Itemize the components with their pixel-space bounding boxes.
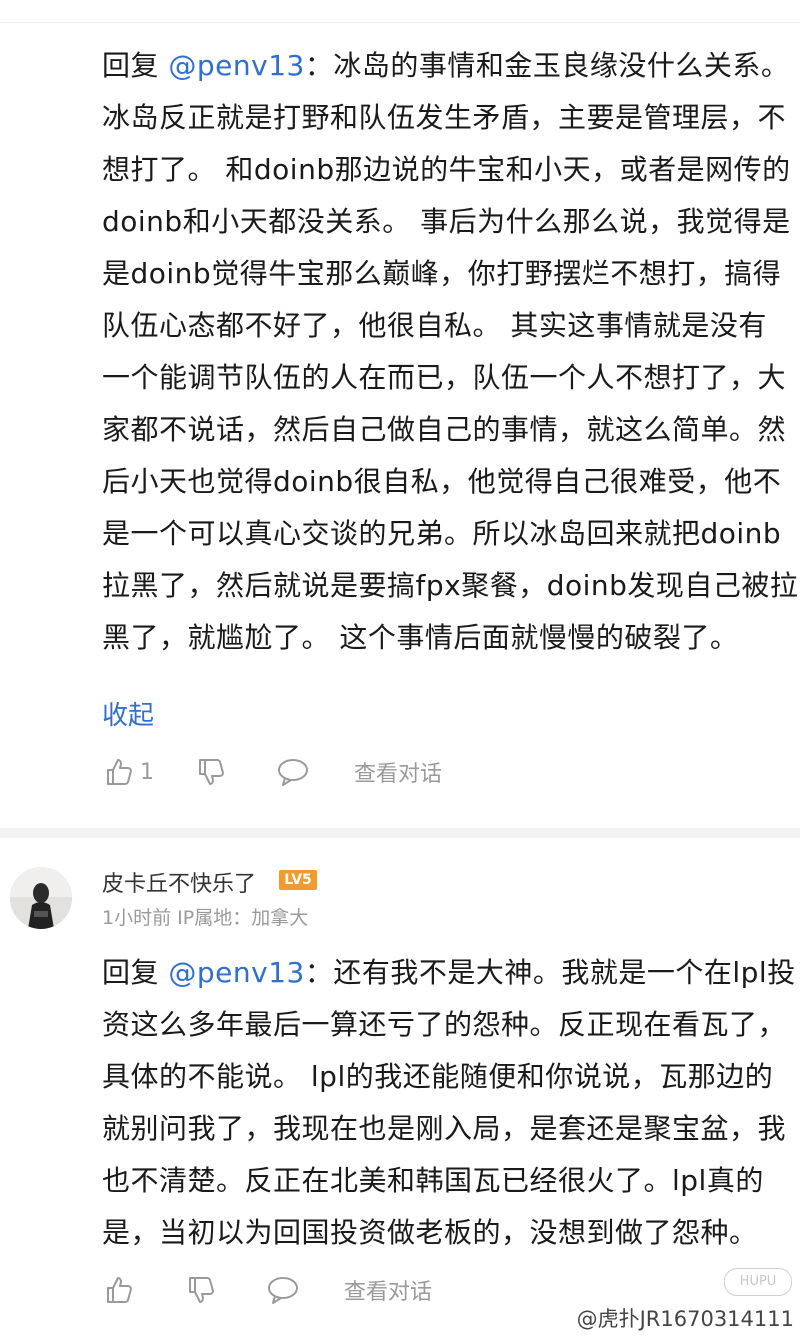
comment-line: 也不清楚。反正在北美和韩国瓦已经很火了。lpl真的 (102, 1155, 800, 1207)
thumbs-down-icon[interactable] (194, 755, 228, 789)
thumbs-up-icon[interactable] (102, 755, 136, 789)
thumbs-up-icon[interactable] (102, 1273, 136, 1307)
second-comment-body: 回复 @penv13：还有我不是大神。我就是一个在lpl投资这么多年最后一算还亏… (102, 947, 800, 1259)
reply-bubble-icon[interactable] (266, 1273, 300, 1307)
comment-divider (0, 828, 800, 838)
level-badge: LV5 (279, 870, 317, 890)
thumbs-down-icon[interactable] (184, 1273, 218, 1307)
comment-text: 家都不说话，然后自己做自己的事情，就这么简单。然 (102, 413, 787, 446)
view-conversation-link[interactable]: 查看对话 (344, 1274, 432, 1306)
comment-line: 是一个可以真心交谈的兄弟。所以冰岛回来就把doinb (102, 508, 800, 560)
comment-text: doinb和小天都没关系。 事后为什么那么说，我觉得是 (102, 205, 791, 238)
mention-link[interactable]: @penv13 (168, 956, 304, 989)
first-comment-actions: 1 查看对话 (102, 752, 442, 792)
collapse-link[interactable]: 收起 (102, 695, 154, 732)
comment-line: 冰岛反正就是打野和队伍发生矛盾，主要是管理层，不 (102, 92, 800, 144)
comment-text: 队伍心态都不好了，他很自私。 其实这事情就是没有 (102, 309, 767, 342)
comment-line: 回复 @penv13：冰岛的事情和金玉良缘没什么关系。 (102, 40, 800, 92)
comment-text: 是doinb觉得牛宝那么巅峰，你打野摆烂不想打，搞得 (102, 257, 782, 290)
comment-text: ：还有我不是大神。我就是一个在lpl投 (304, 956, 796, 989)
comment-line: doinb和小天都没关系。 事后为什么那么说，我觉得是 (102, 196, 800, 248)
comment-line: 是doinb觉得牛宝那么巅峰，你打野摆烂不想打，搞得 (102, 248, 800, 300)
comment-text: 拉黑了，然后就说是要搞fpx聚餐，doinb发现自己被拉 (102, 569, 799, 602)
comment-text: 也不清楚。反正在北美和韩国瓦已经很火了。lpl真的 (102, 1164, 764, 1197)
comment-line: 想打了。 和doinb那边说的牛宝和小天，或者是网传的 (102, 144, 800, 196)
comment-line: 资这么多年最后一算还亏了的怨种。反正现在看瓦了， (102, 999, 800, 1051)
comment-meta: 1小时前 IP属地：加拿大 (102, 907, 309, 929)
hupu-logo: HUPU (724, 1268, 792, 1296)
reply-bubble-icon[interactable] (276, 755, 310, 789)
comment-text: 后小天也觉得doinb很自私，他觉得自己很难受，他不 (102, 465, 782, 498)
like-count: 1 (140, 759, 154, 785)
comment-text: 是一个可以真心交谈的兄弟。所以冰岛回来就把doinb (102, 517, 782, 550)
comment-line: 是，当初以为回国投资做老板的，没想到做了怨种。 (102, 1207, 800, 1259)
comment-line: 队伍心态都不好了，他很自私。 其实这事情就是没有 (102, 300, 800, 352)
username[interactable]: 皮卡丘不快乐了 (102, 866, 256, 898)
comment-line: 拉黑了，然后就说是要搞fpx聚餐，doinb发现自己被拉 (102, 560, 800, 612)
comment-line: 回复 @penv13：还有我不是大神。我就是一个在lpl投 (102, 947, 800, 999)
comment-text: 是，当初以为回国投资做老板的，没想到做了怨种。 (102, 1216, 758, 1249)
comment-text: 想打了。 和doinb那边说的牛宝和小天，或者是网传的 (102, 153, 791, 186)
comment-line: 家都不说话，然后自己做自己的事情，就这么简单。然 (102, 404, 800, 456)
comment-text: 黑了，就尴尬了。 这个事情后面就慢慢的破裂了。 (102, 621, 739, 654)
comment-text: 就别问我了，我现在也是刚入局，是套还是聚宝盆，我 (102, 1112, 787, 1145)
comment-line: 具体的不能说。 lpl的我还能随便和你说说，瓦那边的 (102, 1051, 800, 1103)
top-divider (0, 22, 800, 23)
first-comment-body: 回复 @penv13：冰岛的事情和金玉良缘没什么关系。冰岛反正就是打野和队伍发生… (102, 40, 800, 664)
comment-text: 冰岛反正就是打野和队伍发生矛盾，主要是管理层，不 (102, 101, 787, 134)
comment-line: 后小天也觉得doinb很自私，他觉得自己很难受，他不 (102, 456, 800, 508)
second-comment-actions: 查看对话 (102, 1270, 432, 1310)
comment-text: 回复 (102, 956, 169, 989)
comment-line: 黑了，就尴尬了。 这个事情后面就慢慢的破裂了。 (102, 612, 800, 664)
comment-text: 资这么多年最后一算还亏了的怨种。反正现在看瓦了， (102, 1008, 787, 1041)
comment-text: 回复 (102, 49, 169, 82)
comment-text: 具体的不能说。 lpl的我还能随便和你说说，瓦那边的 (102, 1060, 774, 1093)
avatar[interactable] (10, 867, 72, 929)
comment-text: ：冰岛的事情和金玉良缘没什么关系。 (304, 49, 790, 82)
comment-line: 一个能调节队伍的人在而已，队伍一个人不想打了，大 (102, 352, 800, 404)
mention-link[interactable]: @penv13 (168, 49, 304, 82)
view-conversation-link[interactable]: 查看对话 (354, 756, 442, 788)
comment-text: 一个能调节队伍的人在而已，队伍一个人不想打了，大 (102, 361, 787, 394)
comment-line: 就别问我了，我现在也是刚入局，是套还是聚宝盆，我 (102, 1103, 800, 1155)
watermark-credit: @虎扑JR1670314111 (576, 1307, 794, 1331)
